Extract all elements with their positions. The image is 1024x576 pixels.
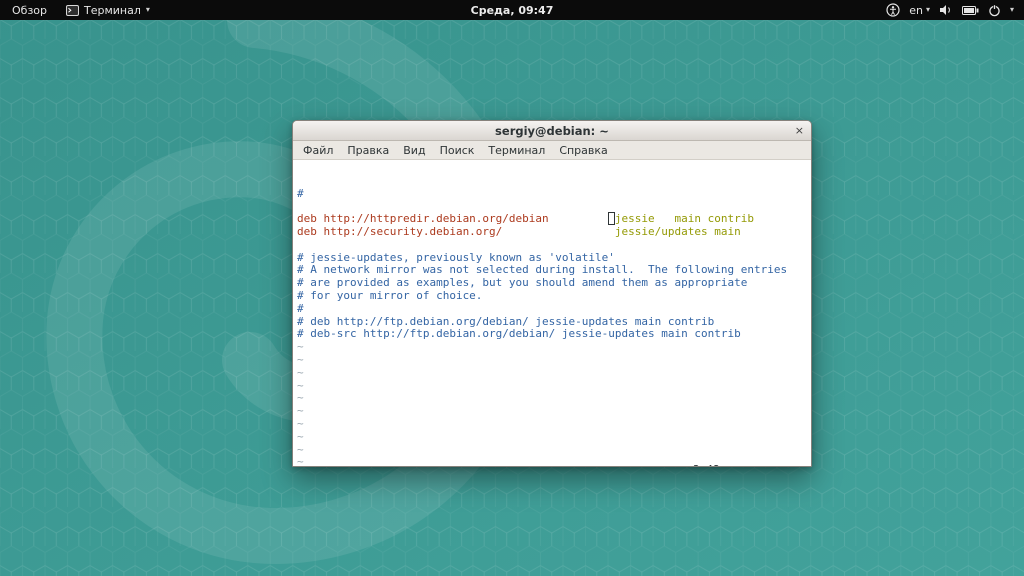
terminal-lines: # deb http://httpredir.debian.org/debian… [297,188,811,466]
terminal-line: deb http://security.debian.org/ jessie/u… [297,226,811,239]
terminal-app-icon [66,5,79,16]
terminal-line: ~ [297,405,811,418]
power-icon[interactable] [988,4,1001,17]
menu-item[interactable]: Вид [396,143,432,158]
battery-icon[interactable] [962,6,979,15]
keyboard-layout-indicator[interactable]: en ▾ [909,4,930,17]
top-bar: Обзор Терминал ▾ Среда, 09:47 en ▾ [0,0,1024,20]
keyboard-layout-label: en [909,4,923,17]
close-button[interactable]: × [795,121,804,140]
app-menu-label: Терминал [84,4,141,17]
menu-item[interactable]: Справка [552,143,614,158]
terminal-line: # [297,188,811,201]
vim-status-line: 3,48 Весь [293,451,811,464]
terminal-line: ~ [297,354,811,367]
terminal-screen[interactable]: # deb http://httpredir.debian.org/debian… [293,160,811,466]
chevron-down-icon: ▾ [146,6,150,14]
menu-bar: ФайлПравкаВидПоискТерминалСправка [293,141,811,160]
menu-item[interactable]: Терминал [481,143,552,158]
accessibility-icon[interactable] [886,3,900,17]
terminal-line: ~ [297,431,811,444]
terminal-window: sergiy@debian: ~ × ФайлПравкаВидПоискТер… [292,120,812,467]
terminal-line: ~ [297,392,811,405]
chevron-down-icon: ▾ [926,6,930,14]
menu-item[interactable]: Правка [340,143,396,158]
app-menu[interactable]: Терминал ▾ [66,4,150,17]
terminal-line: ~ [297,380,811,393]
chevron-down-icon[interactable]: ▾ [1010,6,1014,14]
terminal-line: ~ [297,418,811,431]
vim-cursor [608,212,615,225]
volume-icon[interactable] [939,4,953,16]
terminal-line: ~ [297,367,811,380]
menu-item[interactable]: Файл [296,143,340,158]
terminal-line: # for your mirror of choice. [297,290,811,303]
window-title: sergiy@debian: ~ [495,124,609,138]
clock[interactable]: Среда, 09:47 [471,4,554,17]
terminal-line: # deb-src http://ftp.debian.org/debian/ … [297,328,811,341]
window-titlebar[interactable]: sergiy@debian: ~ × [293,121,811,141]
terminal-line: ~ [297,341,811,354]
menu-item[interactable]: Поиск [433,143,482,158]
activities-overview-button[interactable]: Обзор [9,3,50,18]
vim-ruler: 3,48 [693,464,720,466]
